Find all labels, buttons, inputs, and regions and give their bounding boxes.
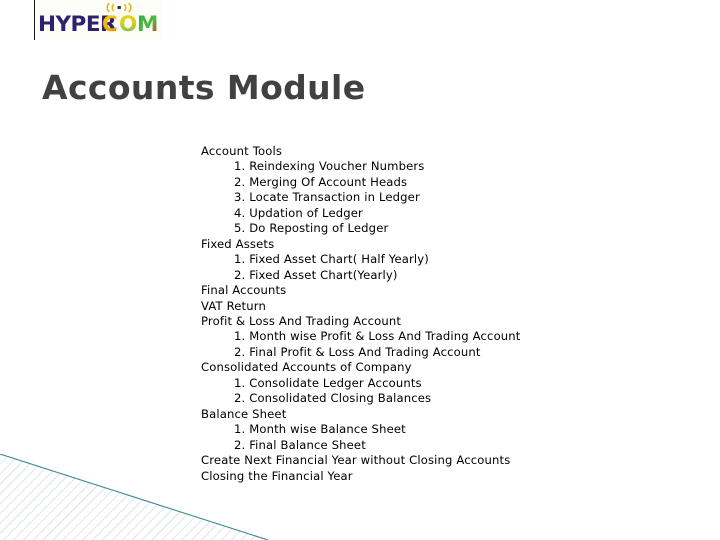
content-heading: Fixed Assets [201,236,275,251]
logo-artwork: HYPER C O M [38,2,158,37]
content-heading: Account Tools [201,144,283,158]
logo-letter-o: O [119,12,137,37]
content-sub-item: 4. Updation of Ledger [234,205,363,220]
content-heading: Closing the Financial Year [201,468,353,483]
content-sub-item: 1. Reindexing Voucher Numbers [234,159,425,174]
content-heading: Consolidated Accounts of Company [201,360,412,375]
content-sub-item: 2. Fixed Asset Chart(Yearly) [234,267,398,282]
content-heading: Profit & Loss And Trading Account [201,313,402,328]
content-heading: Balance Sheet [201,406,287,421]
content-sub-item: 1. Consolidate Ledger Accounts [234,375,422,390]
content-sub-item: 1. Month wise Balance Sheet [234,422,406,437]
content-sub-item: 2. Final Profit & Loss And Trading Accou… [234,344,481,359]
content-heading: Create Next Financial Year without Closi… [201,453,511,468]
content-heading: Final Accounts [201,283,287,298]
company-logo: HYPER C O M [34,0,163,40]
page-title: Accounts Module [42,68,366,107]
content-sub-item: 2. Final Balance Sheet [234,437,366,452]
content-sub-item: 3. Locate Transaction in Ledger [234,190,420,205]
content-list: Account Tools 1. Reindexing Voucher Numbe… [201,144,701,484]
content-sub-item: 1. Fixed Asset Chart( Half Yearly) [234,252,429,267]
content-sub-item: 2. Consolidated Closing Balances [234,391,432,406]
signal-dot-icon [117,6,121,9]
logo-letter-m: M [137,12,158,37]
content-sub-item: 5. Do Reposting of Ledger [234,221,389,236]
content-sub-item: 1. Month wise Profit & Loss And Trading … [234,329,521,344]
content-sub-item: 2. Merging Of Account Heads [234,174,408,189]
logo-letter-c: C [102,12,118,37]
content-heading: VAT Return [201,298,266,313]
